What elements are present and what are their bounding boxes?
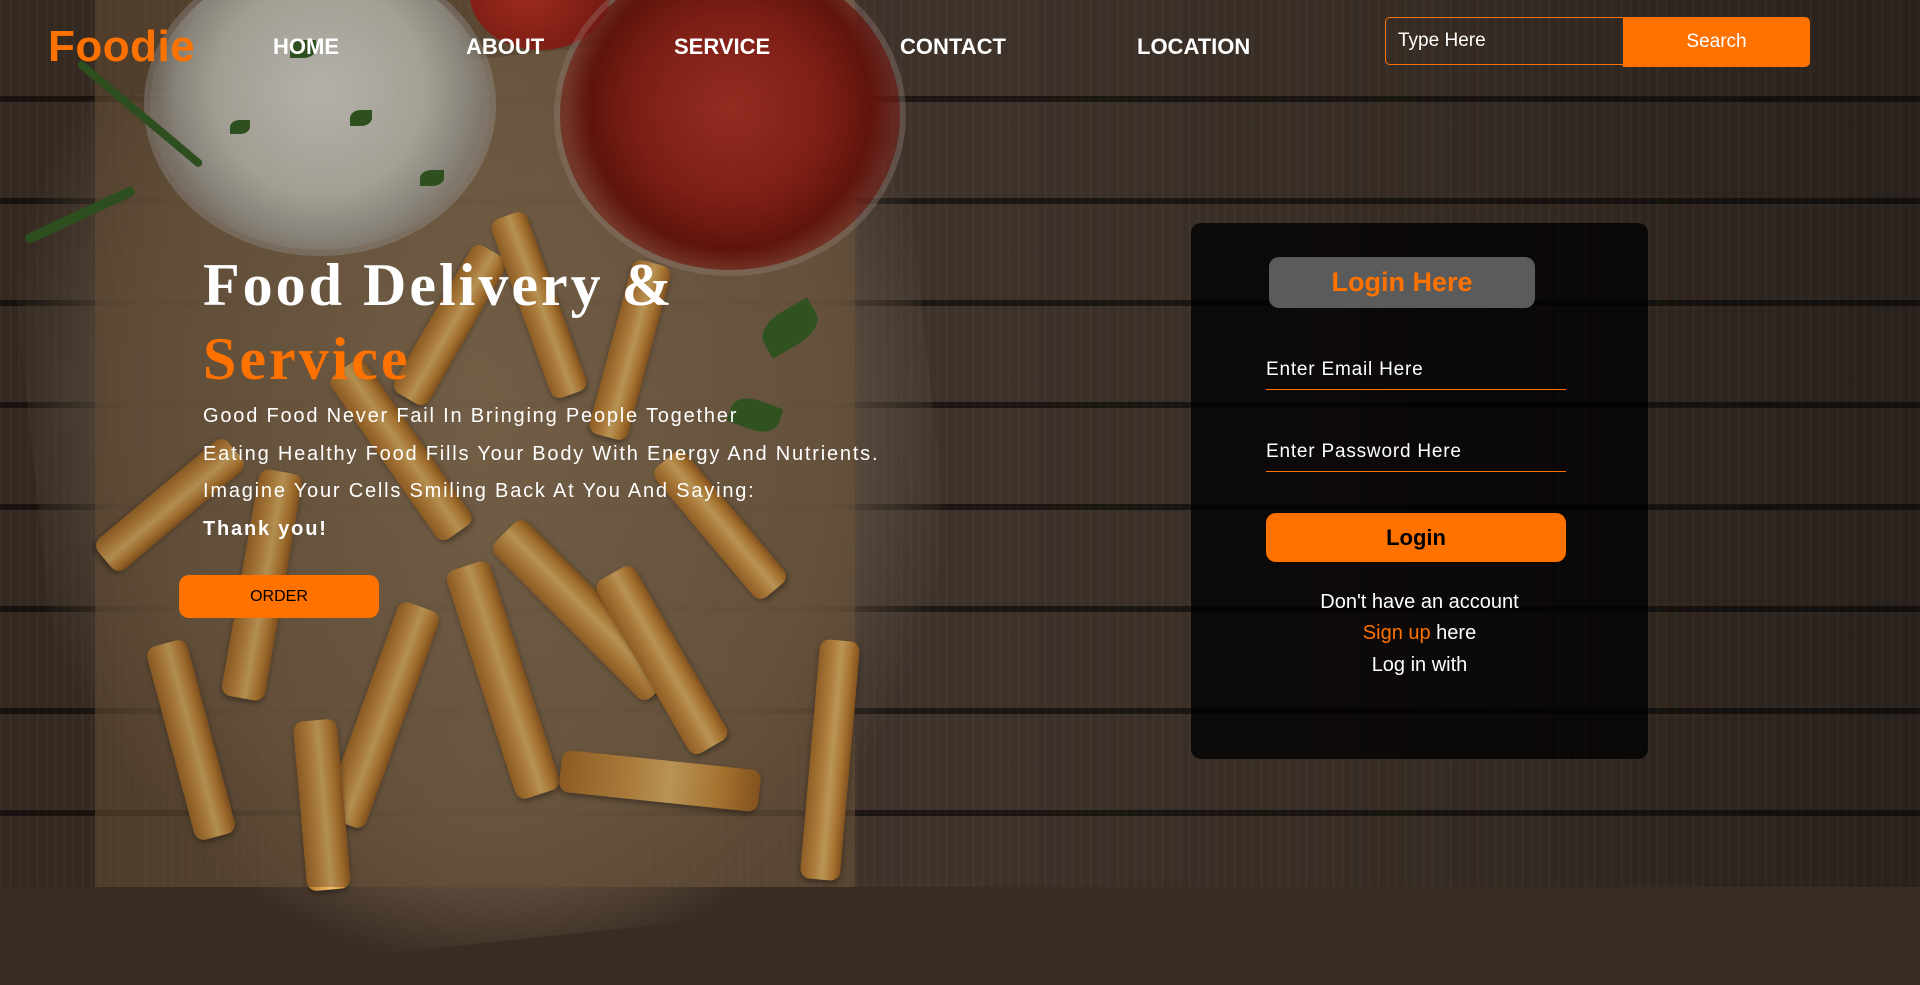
search-button[interactable]: Search	[1623, 17, 1810, 67]
signup-link[interactable]: Sign up	[1363, 622, 1431, 644]
login-card: Login Here Login Don't have an account S…	[1191, 223, 1648, 759]
login-title: Login Here	[1269, 257, 1535, 308]
login-with-text: Log in with	[1371, 654, 1468, 676]
no-account-text: Don't have an account	[1320, 591, 1519, 613]
hero-line: Eating Healthy Food Fills Your Body With…	[203, 442, 880, 465]
signup-line: Sign up here	[1191, 622, 1648, 645]
nav-item-service[interactable]: SERVICE	[674, 34, 770, 60]
nav-item-about[interactable]: ABOUT	[466, 34, 544, 60]
login-button[interactable]: Login	[1266, 513, 1566, 562]
signup-suffix: here	[1430, 622, 1477, 644]
email-field[interactable]	[1266, 350, 1566, 390]
hero-title: Food Delivery & Service	[203, 248, 675, 396]
nav-item-home[interactable]: HOME	[273, 34, 339, 60]
hero-title-main: Food Delivery &	[203, 252, 675, 318]
search-input[interactable]	[1385, 17, 1623, 65]
hero-description: Good Food Never Fail In Bringing People …	[203, 398, 879, 548]
order-button[interactable]: ORDER	[179, 575, 379, 618]
hero-line: Good Food Never Fail In Bringing People …	[203, 405, 739, 427]
nav-item-contact[interactable]: CONTACT	[900, 34, 1006, 60]
hero-line-thanks: Thank you!	[203, 517, 328, 540]
site-logo[interactable]: Foodie	[48, 22, 195, 72]
password-field[interactable]	[1266, 432, 1566, 472]
nav-item-location[interactable]: LOCATION	[1137, 34, 1250, 60]
hero-line: Imagine Your Cells Smiling Back At You A…	[203, 480, 756, 502]
hero-title-accent: Service	[203, 326, 411, 392]
search-bar: Search	[1385, 17, 1810, 67]
